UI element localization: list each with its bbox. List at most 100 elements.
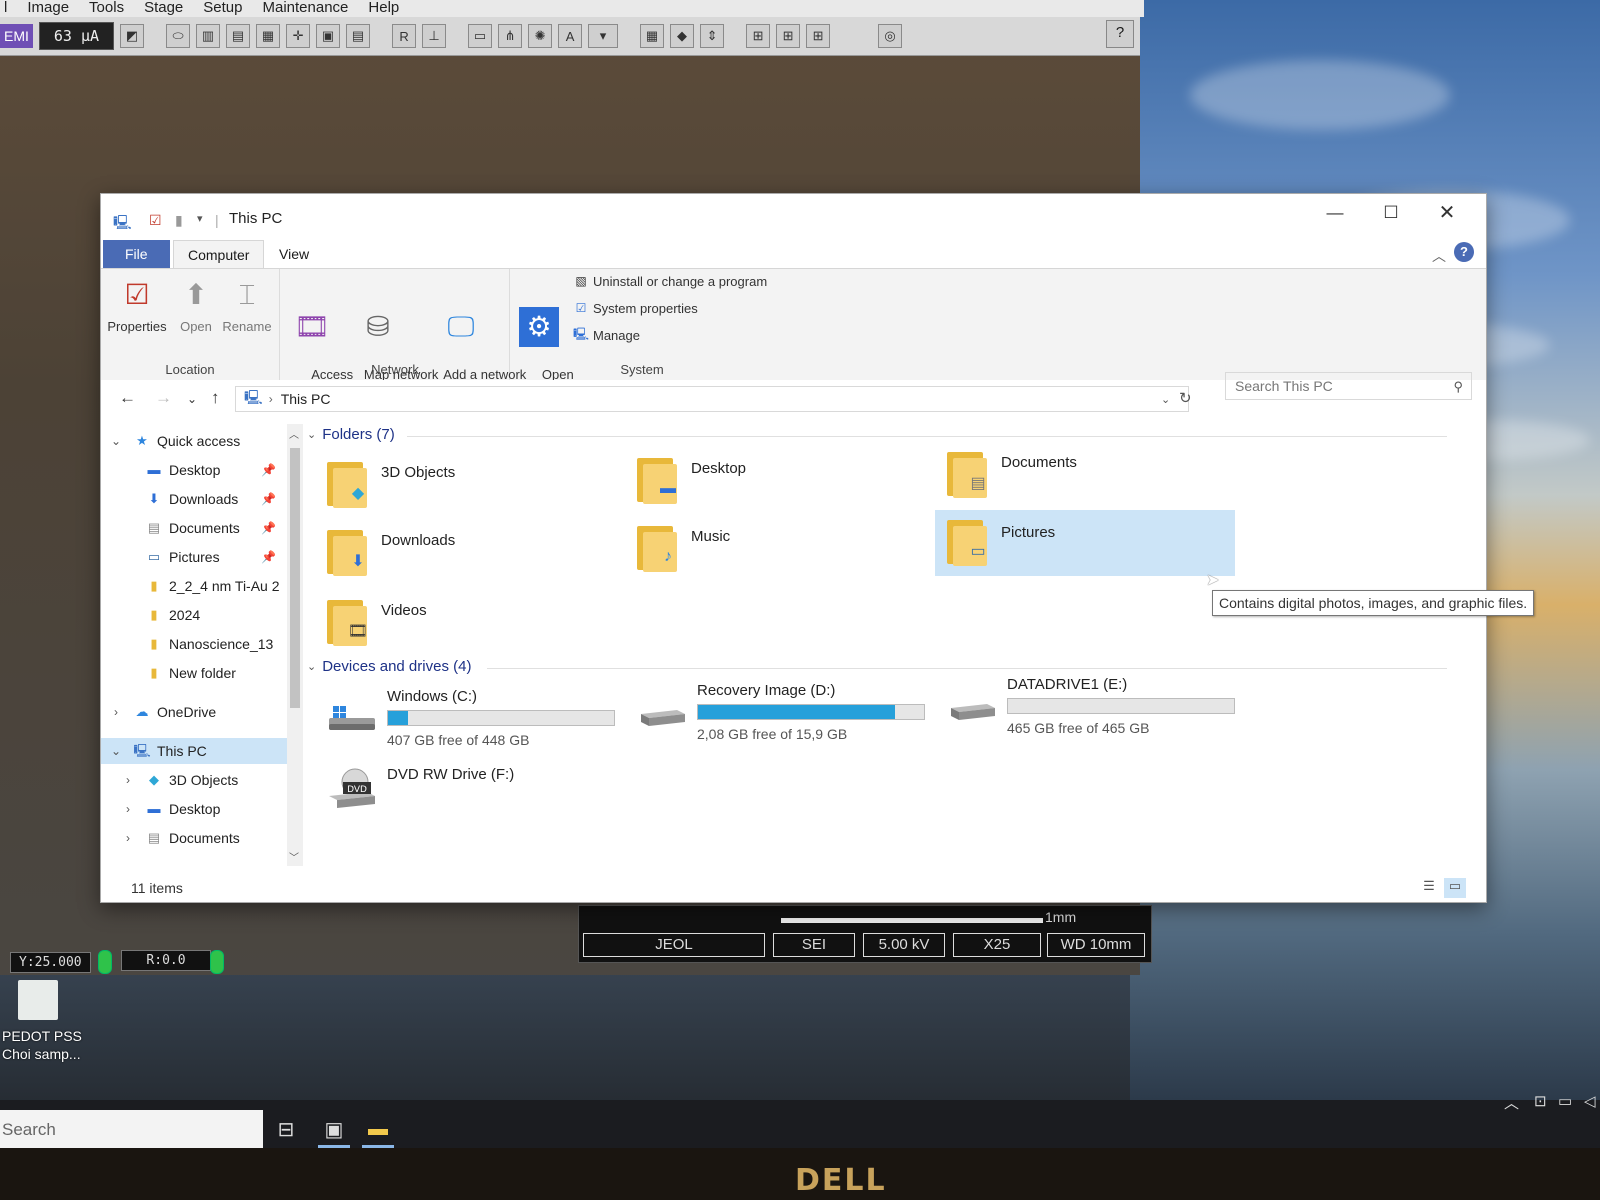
sem-menu-stage[interactable]: Stage bbox=[144, 0, 183, 17]
beam-icon[interactable]: ◩ bbox=[120, 24, 145, 48]
drive-c[interactable]: Windows (C:) 407 GB free of 448 GB bbox=[321, 688, 621, 750]
nav-recent-folder[interactable]: ▮ Nanoscience_13 bbox=[101, 631, 287, 657]
brightness-icon[interactable]: ✺ bbox=[528, 24, 553, 48]
task-view-icon[interactable]: ⊟ bbox=[270, 1114, 302, 1144]
folder-3d-objects[interactable]: ◆ 3D Objects bbox=[321, 454, 611, 516]
help-icon[interactable]: ? bbox=[1454, 242, 1474, 262]
color-dropdown[interactable]: ▾ bbox=[588, 24, 619, 48]
nav-pc-desktop[interactable]: › ▬ Desktop bbox=[101, 796, 287, 822]
split-arrows-icon[interactable]: ⇕ bbox=[700, 24, 725, 48]
grid-b-icon[interactable]: ⊞ bbox=[776, 24, 801, 48]
address-box[interactable]: 🖳 › This PC bbox=[235, 386, 1189, 412]
folder-downloads[interactable]: ⬇ Downloads bbox=[321, 522, 611, 584]
chevron-right-icon[interactable]: › bbox=[109, 699, 123, 725]
crosshair-icon[interactable]: ✛ bbox=[286, 24, 311, 48]
search-input[interactable]: Search This PC ⚲ bbox=[1225, 372, 1472, 400]
nav-documents[interactable]: ▤ Documents 📌 bbox=[101, 515, 287, 541]
collapse-ribbon-icon[interactable]: ︿ bbox=[1432, 246, 1446, 266]
sem-help-icon[interactable]: ? bbox=[1106, 20, 1134, 48]
network-icon[interactable]: ▭ bbox=[1558, 1092, 1572, 1110]
network-nodes-icon[interactable]: ⋔ bbox=[498, 24, 523, 48]
nav-quick-access[interactable]: ⌄ ★ Quick access bbox=[101, 428, 287, 454]
save-image-icon[interactable]: ▣ bbox=[316, 24, 341, 48]
breadcrumb-chevron-icon[interactable]: › bbox=[269, 392, 273, 406]
sem-menu-setup[interactable]: Setup bbox=[203, 0, 242, 17]
properties-button[interactable]: ☑ Properties bbox=[107, 275, 167, 335]
desktop-file-icon[interactable] bbox=[18, 980, 58, 1020]
sem-menu-item[interactable]: l bbox=[4, 0, 7, 17]
open-button[interactable]: ⬆ Open bbox=[171, 275, 221, 335]
manage-link[interactable]: 🖳 Manage bbox=[573, 327, 640, 343]
sem-app-icon[interactable]: ▣ bbox=[318, 1114, 350, 1148]
tab-file[interactable]: File bbox=[103, 240, 170, 268]
scroll-up-icon[interactable]: ︿ bbox=[289, 426, 299, 441]
uninstall-program-link[interactable]: ▧ Uninstall or change a program bbox=[573, 273, 767, 289]
text-annotation-icon[interactable]: A bbox=[558, 24, 583, 48]
chevron-right-icon[interactable]: › bbox=[121, 796, 135, 822]
nav-pictures[interactable]: ▭ Pictures 📌 bbox=[101, 544, 287, 570]
folders-group-header[interactable]: ⌄ Folders (7) bbox=[307, 426, 395, 443]
breadcrumb-this-pc[interactable]: This PC bbox=[281, 391, 331, 407]
chevron-down-icon[interactable]: ⌄ bbox=[109, 738, 123, 764]
table-icon[interactable]: ▦ bbox=[640, 24, 665, 48]
nav-scrollbar[interactable]: ︿ ﹀ bbox=[287, 424, 303, 866]
refresh-icon[interactable]: ↻ bbox=[1179, 389, 1192, 407]
nav-recent-folder[interactable]: ▮ 2024 bbox=[101, 602, 287, 628]
drive-d[interactable]: Recovery Image (D:) 2,08 GB free of 15,9… bbox=[631, 682, 931, 744]
volume-icon[interactable]: ◁ bbox=[1584, 1092, 1596, 1110]
scroll-down-icon[interactable]: ﹀ bbox=[289, 849, 299, 864]
tab-view[interactable]: View bbox=[265, 240, 323, 268]
nav-recent-folder[interactable]: ▮ 2_2_4 nm Ti-Au 2 bbox=[101, 573, 287, 599]
drive-f-dvd[interactable]: DVD DVD RW Drive (F:) bbox=[321, 766, 621, 828]
quick-access-dropdown-icon[interactable]: ▾ bbox=[197, 212, 203, 225]
stage-icon[interactable]: ⊥ bbox=[422, 24, 447, 48]
nav-recent-folder[interactable]: ▮ New folder bbox=[101, 660, 287, 686]
folder-desktop[interactable]: ▬ Desktop bbox=[631, 450, 921, 512]
chevron-right-icon[interactable]: › bbox=[121, 825, 135, 851]
oval-icon[interactable]: ⬭ bbox=[166, 24, 191, 48]
print-icon[interactable]: ▤ bbox=[346, 24, 371, 48]
up-arrow-icon[interactable]: ↑ bbox=[211, 388, 220, 408]
sem-menu-tools[interactable]: Tools bbox=[89, 0, 124, 17]
back-arrow-icon[interactable]: ← bbox=[119, 388, 136, 408]
close-button[interactable]: ✕ bbox=[1422, 200, 1472, 226]
nav-desktop[interactable]: ▬ Desktop 📌 bbox=[101, 457, 287, 483]
scanner-icon[interactable]: ▭ bbox=[468, 24, 493, 48]
file-explorer-icon[interactable]: ▬ bbox=[362, 1114, 394, 1148]
folder-documents[interactable]: ▤ Documents bbox=[941, 444, 1231, 506]
folder-music[interactable]: ♪ Music bbox=[631, 518, 921, 580]
folder-videos[interactable]: 🎞 Videos bbox=[321, 592, 611, 654]
sem-menu-help[interactable]: Help bbox=[368, 0, 399, 17]
nav-3d-objects[interactable]: › ◆ 3D Objects bbox=[101, 767, 287, 793]
split-vertical-icon[interactable]: ▥ bbox=[196, 24, 221, 48]
devices-group-header[interactable]: ⌄ Devices and drives (4) bbox=[307, 658, 471, 675]
properties-quick-icon[interactable]: ☑ bbox=[149, 212, 162, 229]
nav-this-pc[interactable]: ⌄ 🖳 This PC bbox=[101, 738, 287, 764]
large-icons-view-icon[interactable]: ▭ bbox=[1444, 878, 1466, 898]
forward-arrow-icon[interactable]: → bbox=[155, 388, 172, 408]
grid-a-icon[interactable]: ⊞ bbox=[746, 24, 771, 48]
emi-indicator[interactable]: EMI bbox=[0, 24, 33, 48]
drive-e[interactable]: DATADRIVE1 (E:) 465 GB free of 465 GB bbox=[941, 676, 1241, 738]
nav-pc-documents[interactable]: › ▤ Documents bbox=[101, 825, 287, 851]
pin-icon[interactable]: 📌 bbox=[261, 515, 276, 541]
desktop-file-label[interactable]: PEDOT PSS Choi samp... bbox=[2, 1027, 82, 1063]
chevron-down-icon[interactable]: ⌄ bbox=[307, 660, 316, 673]
new-folder-quick-icon[interactable]: ▮ bbox=[175, 212, 183, 229]
chevron-right-icon[interactable]: › bbox=[121, 767, 135, 793]
pin-icon[interactable]: 📌 bbox=[261, 544, 276, 570]
details-view-icon[interactable]: ☰ bbox=[1418, 878, 1440, 898]
grid-c-icon[interactable]: ⊞ bbox=[806, 24, 831, 48]
system-properties-link[interactable]: ☑ System properties bbox=[573, 300, 698, 316]
taskbar-search-box[interactable]: Search bbox=[0, 1110, 263, 1150]
nav-downloads[interactable]: ⬇ Downloads 📌 bbox=[101, 486, 287, 512]
recent-locations-icon[interactable]: ⌄ bbox=[187, 392, 197, 406]
quad-view-icon[interactable]: ▦ bbox=[256, 24, 281, 48]
minimize-button[interactable]: — bbox=[1310, 200, 1360, 226]
maximize-button[interactable]: ☐ bbox=[1366, 200, 1416, 226]
chevron-down-icon[interactable]: ⌄ bbox=[109, 428, 123, 454]
title-bar[interactable]: 🖳 ☑ ▮ ▾ | This PC — ☐ ✕ bbox=[101, 194, 1486, 238]
pin-icon[interactable]: 📌 bbox=[261, 486, 276, 512]
sem-menu-maintenance[interactable]: Maintenance bbox=[262, 0, 348, 17]
split-horizontal-icon[interactable]: ▤ bbox=[226, 24, 251, 48]
